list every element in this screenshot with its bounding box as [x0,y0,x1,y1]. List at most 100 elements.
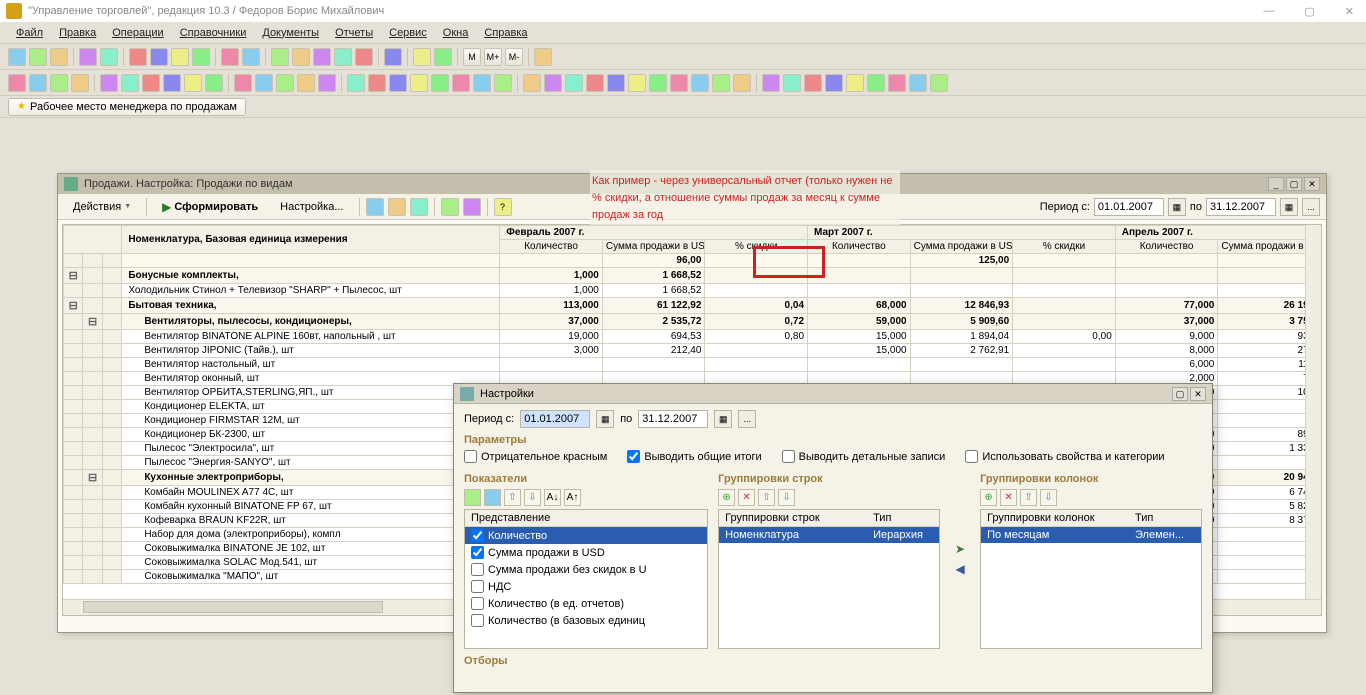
indicator-row[interactable]: НДС [465,578,707,595]
sort-desc-icon[interactable]: A↑ [564,489,581,506]
toolbar-icon[interactable] [171,48,189,66]
toolbar-icon[interactable] [909,74,927,92]
chk-totals[interactable]: Выводить общие итоги [627,450,761,463]
report-close-button[interactable]: ✕ [1304,177,1320,191]
menu-reports[interactable]: Отчеты [329,25,379,41]
toolbar-icon[interactable] [313,48,331,66]
menu-operations[interactable]: Операции [106,25,169,41]
toolbar-icon[interactable] [318,74,336,92]
bookmark-manager-workplace[interactable]: ★ Рабочее место менеджера по продажам [8,98,246,116]
toolbar-icon[interactable] [434,48,452,66]
menu-service[interactable]: Сервис [383,25,433,41]
toolbar-icon[interactable] [534,48,552,66]
toolbar-icon[interactable] [413,48,431,66]
settings-button[interactable]: Настройка... [271,198,352,216]
toolbar-icon[interactable] [441,198,459,216]
toolbar-icon[interactable] [276,74,294,92]
toolbar-icon[interactable] [184,74,202,92]
indicator-row[interactable]: Количество [465,527,707,544]
actions-button[interactable]: Действия▼ [64,198,140,216]
toolbar-icon[interactable] [297,74,315,92]
move-right-icon[interactable]: ➤ [955,542,965,556]
toolbar-icon[interactable] [825,74,843,92]
indicator-row[interactable]: Количество (в ед. отчетов) [465,595,707,612]
toolbar-icon[interactable] [565,74,583,92]
delete-icon[interactable]: ✕ [738,489,755,506]
toolbar-icon[interactable] [712,74,730,92]
settings-maximize-button[interactable]: ▢ [1172,387,1188,401]
toolbar-icon[interactable] [783,74,801,92]
period-more-button[interactable]: ... [1302,198,1320,216]
indicator-row[interactable]: Сумма продажи без скидок в U [465,561,707,578]
toolbar-icon[interactable] [205,74,223,92]
up-icon[interactable]: ⇧ [758,489,775,506]
toolbar-icon[interactable] [494,74,512,92]
toolbar-icon[interactable] [452,74,470,92]
toolbar-icon[interactable] [221,48,239,66]
calendar-icon[interactable]: ▦ [1280,198,1298,216]
toolbar-icon[interactable] [255,74,273,92]
toolbar-icon[interactable] [242,48,260,66]
date-to-input[interactable] [1206,198,1276,216]
toolbar-icon[interactable] [142,74,160,92]
toolbar-icon[interactable] [762,74,780,92]
toolbar-icon[interactable] [79,48,97,66]
down-icon[interactable]: ⇩ [524,489,541,506]
settings-date-from[interactable] [520,410,590,428]
move-left-icon[interactable]: ◀ [955,562,964,576]
report-maximize-button[interactable]: ▢ [1286,177,1302,191]
toolbar-icon[interactable] [586,74,604,92]
toolbar-icon[interactable] [733,74,751,92]
toolbar-icon[interactable] [8,48,26,66]
menu-file[interactable]: Файл [10,25,49,41]
menu-windows[interactable]: Окна [437,25,475,41]
toolbar-icon[interactable]: M+ [484,48,502,66]
toolbar-icon[interactable] [628,74,646,92]
toolbar-icon[interactable] [8,74,26,92]
toolbar-icon[interactable] [163,74,181,92]
report-minimize-button[interactable]: _ [1268,177,1284,191]
toolbar-icon[interactable] [150,48,168,66]
vertical-scrollbar[interactable] [1305,225,1321,615]
toolbar-icon[interactable] [649,74,667,92]
toolbar-icon[interactable]: M- [505,48,523,66]
toolbar-icon[interactable] [867,74,885,92]
menu-edit[interactable]: Правка [53,25,102,41]
toolbar-icon[interactable] [334,48,352,66]
toolbar-icon[interactable] [523,74,541,92]
delete-icon[interactable]: ✕ [1000,489,1017,506]
toolbar-icon[interactable] [192,48,210,66]
toolbar-icon[interactable] [463,198,481,216]
toolbar-icon[interactable] [50,74,68,92]
indicator-row[interactable]: Количество (в базовых единиц [465,612,707,629]
toolbar-icon[interactable] [366,198,384,216]
toolbar-icon[interactable] [368,74,386,92]
row-group-row[interactable]: НоменклатураИерархия [719,527,939,543]
date-from-input[interactable] [1094,198,1164,216]
toolbar-icon[interactable] [473,74,491,92]
down-icon[interactable]: ⇩ [1040,489,1057,506]
up-icon[interactable]: ⇧ [504,489,521,506]
toolbar-icon[interactable] [271,48,289,66]
up-icon[interactable]: ⇧ [1020,489,1037,506]
chk-details[interactable]: Выводить детальные записи [782,450,946,463]
toolbar-icon[interactable] [292,48,310,66]
down-icon[interactable]: ⇩ [778,489,795,506]
toolbar-icon[interactable]: M [463,48,481,66]
toolbar-icon[interactable] [100,74,118,92]
toolbar-icon[interactable] [389,74,407,92]
menu-help[interactable]: Справка [478,25,533,41]
toolbar-icon[interactable] [121,74,139,92]
menu-references[interactable]: Справочники [174,25,253,41]
toolbar-icon[interactable] [71,74,89,92]
toolbar-icon[interactable] [234,74,252,92]
toolbar-icon[interactable] [347,74,365,92]
toolbar-icon[interactable] [888,74,906,92]
settings-close-button[interactable]: ✕ [1190,387,1206,401]
mini-btn-icon[interactable] [484,489,501,506]
close-button[interactable]: ✕ [1339,3,1360,20]
toolbar-icon[interactable] [691,74,709,92]
chk-props[interactable]: Использовать свойства и категории [965,450,1164,463]
col-group-row[interactable]: По месяцамЭлемен... [981,527,1201,543]
toolbar-icon[interactable] [388,198,406,216]
